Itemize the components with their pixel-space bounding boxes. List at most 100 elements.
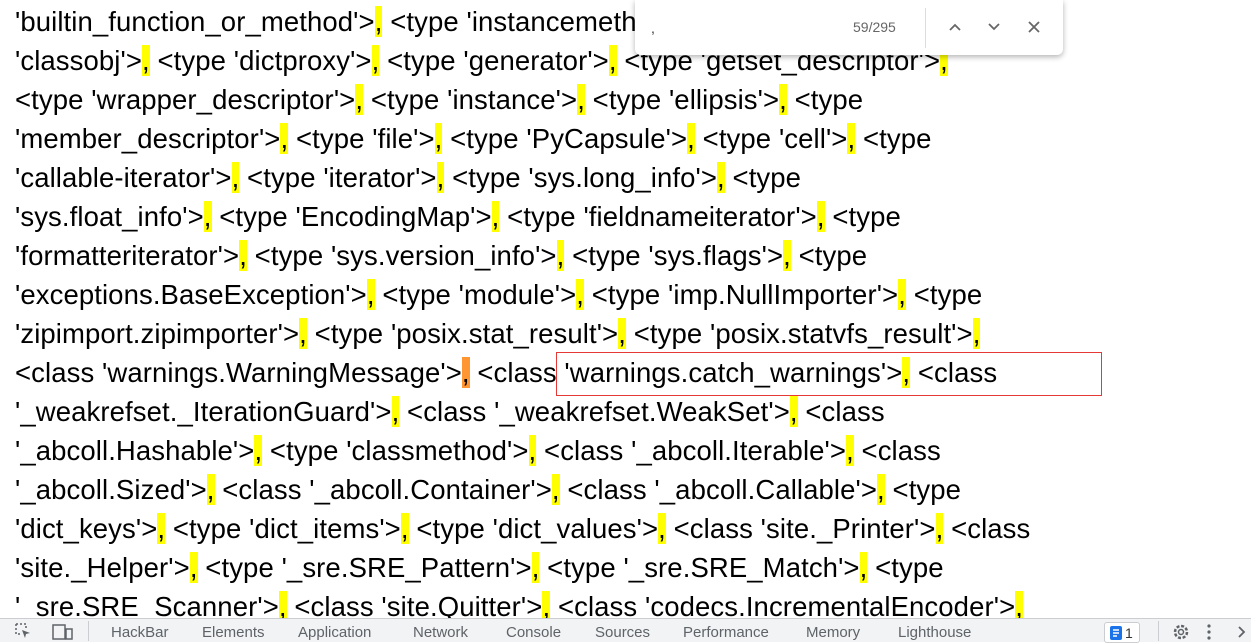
issues-count: 1 [1125, 624, 1133, 641]
find-match-highlight: , [846, 435, 854, 466]
find-match-highlight: , [551, 474, 560, 505]
text-segment: <type 'dictproxy'> [149, 45, 372, 76]
devtools-tab-performance[interactable]: Performance [683, 624, 769, 642]
text-segment: 'sys.float_info'> [15, 201, 204, 232]
text-segment: 'dict_keys'> [15, 513, 158, 544]
devtools-tab-lighthouse[interactable]: Lighthouse [898, 624, 971, 642]
text-segment: <class '_weakrefset.WeakSet'> [399, 396, 790, 427]
find-match-highlight: , [877, 474, 885, 505]
find-match-highlight: , [972, 318, 981, 349]
divider [925, 8, 926, 48]
text-line: '_weakrefset._IterationGuard'>, <class '… [15, 392, 885, 431]
text-segment: <type [884, 474, 962, 505]
find-match-highlight: , [1015, 591, 1023, 618]
text-segment: <type 'dict_values'> [408, 513, 659, 544]
find-input[interactable] [649, 14, 853, 42]
text-segment: <class [853, 435, 941, 466]
text-segment: <type 'posix.stat_result'> [306, 318, 619, 349]
issues-badge[interactable]: 1 [1104, 622, 1140, 643]
text-segment: <class 'site.Quitter'> [286, 591, 543, 618]
text-line: '_sre.SRE_Scanner'>, <class 'site.Quitte… [15, 587, 1023, 618]
text-segment: 'exceptions.BaseException'> [15, 279, 367, 310]
text-segment: <type [867, 552, 944, 583]
text-segment: <type 'classmethod'> [262, 435, 529, 466]
find-match-highlight: , [576, 279, 585, 310]
text-segment: 'classobj'> [15, 45, 143, 76]
devtools-tab-console[interactable]: Console [506, 624, 561, 642]
text-segment: <type 'wrapper_descriptor'> [15, 84, 356, 115]
find-match-highlight: , [355, 84, 364, 115]
find-match-highlight: , [717, 162, 725, 193]
find-match-highlight: , [157, 513, 166, 544]
find-match-highlight: , [278, 591, 287, 618]
text-segment: <type 'module'> [374, 279, 577, 310]
find-bar: 59/295 [635, 0, 1063, 55]
text-line: 'exceptions.BaseException'>, <type 'modu… [15, 275, 982, 314]
text-segment: 'callable-iterator'> [15, 162, 232, 193]
text-segment: <type 'EncodingMap'> [211, 201, 492, 232]
text-segment: <type [905, 279, 983, 310]
devtools-tab-sources[interactable]: Sources [595, 624, 650, 642]
text-segment: '_abcoll.Sized'> [15, 474, 207, 505]
divider [1158, 621, 1159, 641]
find-match-highlight: , [461, 357, 470, 388]
text-segment: <type 'ellipsis'> [584, 84, 780, 115]
find-match-highlight: , [608, 45, 617, 76]
text-segment: <class '_abcoll.Callable'> [559, 474, 878, 505]
find-match-highlight: , [816, 201, 825, 232]
text-segment: <class 'site._Printer'> [665, 513, 936, 544]
devtools-tab-elements[interactable]: Elements [202, 624, 265, 642]
text-segment: <type 'cell'> [694, 123, 848, 154]
text-segment: <class [910, 357, 998, 388]
text-line: 'site._Helper'>, <type '_sre.SRE_Pattern… [15, 548, 944, 587]
devtools-tab-hackbar[interactable]: HackBar [111, 624, 169, 642]
text-segment: <class '_abcoll.Container'> [214, 474, 552, 505]
device-toggle-icon[interactable] [52, 622, 74, 640]
find-match-highlight: , [400, 513, 409, 544]
text-segment: <type 'sys.version_info'> [246, 240, 557, 271]
text-segment: <type [790, 240, 868, 271]
text-line: 'member_descriptor'>, <type 'file'>, <ty… [15, 119, 932, 158]
text-line: 'dict_keys'>, <type 'dict_items'>, <type… [15, 509, 1030, 548]
find-next-button[interactable] [979, 12, 1009, 42]
devtools-tab-application[interactable]: Application [298, 624, 371, 642]
text-segment: <type 'iterator'> [239, 162, 437, 193]
gear-icon[interactable] [1171, 622, 1191, 642]
text-segment: 'site._Helper'> [15, 552, 190, 583]
text-segment: <type [855, 123, 932, 154]
more-options-icon[interactable] [1205, 622, 1213, 642]
text-segment: '_abcoll.Hashable'> [15, 435, 255, 466]
chevron-right-icon[interactable] [1236, 622, 1248, 642]
inspect-element-icon[interactable] [14, 622, 32, 640]
find-previous-button[interactable] [940, 12, 970, 42]
text-segment: <class [797, 396, 885, 427]
find-close-button[interactable] [1019, 12, 1049, 42]
find-match-count: 59/295 [853, 19, 896, 35]
find-match-highlight: , [658, 513, 666, 544]
text-segment: <class 'codecs.IncrementalEncoder'> [550, 591, 1016, 618]
close-icon [1028, 21, 1040, 33]
find-match-highlight: , [618, 318, 626, 349]
find-match-highlight: , [206, 474, 215, 505]
text-segment: <type 'imp.NullImporter'> [584, 279, 899, 310]
text-segment: <class '_abcoll.Iterable'> [536, 435, 847, 466]
find-match-highlight: , [898, 279, 906, 310]
find-match-highlight: , [789, 396, 798, 427]
find-match-highlight: , [203, 201, 212, 232]
text-line: <type 'wrapper_descriptor'>, <type 'inst… [15, 80, 863, 119]
text-segment: <type '_sre.SRE_Pattern'> [197, 552, 532, 583]
message-icon [1110, 625, 1122, 640]
text-segment: '_weakrefset._IterationGuard'> [15, 396, 392, 427]
text-segment: <class [943, 513, 1031, 544]
find-match-highlight: , [902, 357, 911, 388]
text-segment: <type [786, 84, 864, 115]
text-segment: 'builtin_function_or_method'> [15, 6, 375, 37]
devtools-toolbar: HackBar Elements Application Network Console… [0, 618, 1251, 643]
devtools-tab-memory[interactable]: Memory [806, 624, 860, 642]
text-segment: <type [724, 162, 802, 193]
find-match-highlight: , [783, 240, 791, 271]
text-line: 'formatteriterator'>, <type 'sys.version… [15, 236, 867, 275]
devtools-tab-network[interactable]: Network [413, 624, 468, 642]
find-match-highlight: , [299, 318, 307, 349]
text-segment: <type '_sre.SRE_Match'> [539, 552, 860, 583]
